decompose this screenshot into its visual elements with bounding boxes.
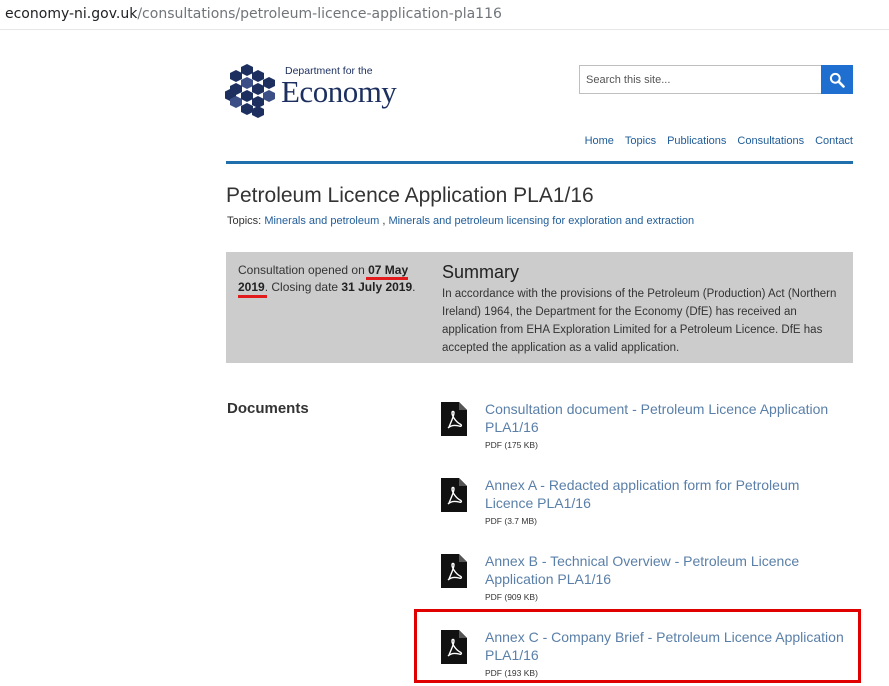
document-item: Annex B - Technical Overview - Petroleum… xyxy=(440,552,853,612)
documents-heading: Documents xyxy=(227,400,309,417)
summary-heading: Summary xyxy=(442,262,520,282)
search-button[interactable] xyxy=(821,65,853,94)
department-logo[interactable]: Department for the Economy xyxy=(225,63,397,121)
red-underline-2019 xyxy=(238,295,267,298)
main-nav: Home Topics Publications Consultations C… xyxy=(574,135,853,147)
closing-date: 31 July 2019 xyxy=(341,280,413,294)
url-text[interactable]: economy-ni.gov.uk/consultations/petroleu… xyxy=(5,6,502,22)
document-link[interactable]: Annex B - Technical Overview - Petroleum… xyxy=(485,552,850,588)
page-title: Petroleum Licence Application PLA1/16 xyxy=(226,184,594,207)
nav-home[interactable]: Home xyxy=(585,135,614,147)
site-search xyxy=(579,65,853,94)
document-meta: PDF (909 KB) xyxy=(485,592,538,602)
closing-prefix: . Closing date xyxy=(264,280,342,294)
document-meta: PDF (175 KB) xyxy=(485,440,538,450)
summary-text: In accordance with the provisions of the… xyxy=(442,288,837,354)
logo-line2: Economy xyxy=(281,74,397,109)
pdf-icon xyxy=(441,554,467,588)
document-item: Annex A - Redacted application form for … xyxy=(440,476,853,536)
topic-link-licensing[interactable]: Minerals and petroleum licensing for exp… xyxy=(388,215,694,227)
search-icon xyxy=(829,72,845,88)
document-item: Consultation document - Petroleum Licenc… xyxy=(440,400,853,460)
nav-publications[interactable]: Publications xyxy=(667,135,726,147)
topic-link-minerals-petroleum[interactable]: Minerals and petroleum xyxy=(264,215,379,227)
pdf-icon xyxy=(441,402,467,436)
document-link[interactable]: Consultation document - Petroleum Licenc… xyxy=(485,400,850,436)
nav-divider xyxy=(226,161,853,164)
topics-line: Topics: Minerals and petroleum , Mineral… xyxy=(227,215,694,227)
address-bar[interactable]: economy-ni.gov.uk/consultations/petroleu… xyxy=(0,0,889,30)
hexagon-cluster-icon xyxy=(225,64,275,118)
document-meta: PDF (3.7 MB) xyxy=(485,516,537,526)
topics-label: Topics: xyxy=(227,215,262,227)
opened-prefix: Consultation opened on xyxy=(238,263,369,277)
url-host: economy-ni.gov.uk xyxy=(5,6,138,22)
url-path: /consultations/petroleum-licence-applica… xyxy=(137,6,502,22)
nav-topics[interactable]: Topics xyxy=(625,135,656,147)
closing-suffix: . xyxy=(412,280,416,294)
nav-consultations[interactable]: Consultations xyxy=(737,135,804,147)
red-underline-may xyxy=(366,277,408,280)
pdf-icon xyxy=(441,478,467,512)
summary-box: Consultation opened on 07 May 2019. Clos… xyxy=(226,252,853,363)
search-input[interactable] xyxy=(579,65,822,94)
nav-contact[interactable]: Contact xyxy=(815,135,853,147)
document-link[interactable]: Annex A - Redacted application form for … xyxy=(485,476,850,512)
red-highlight-box xyxy=(414,609,861,683)
